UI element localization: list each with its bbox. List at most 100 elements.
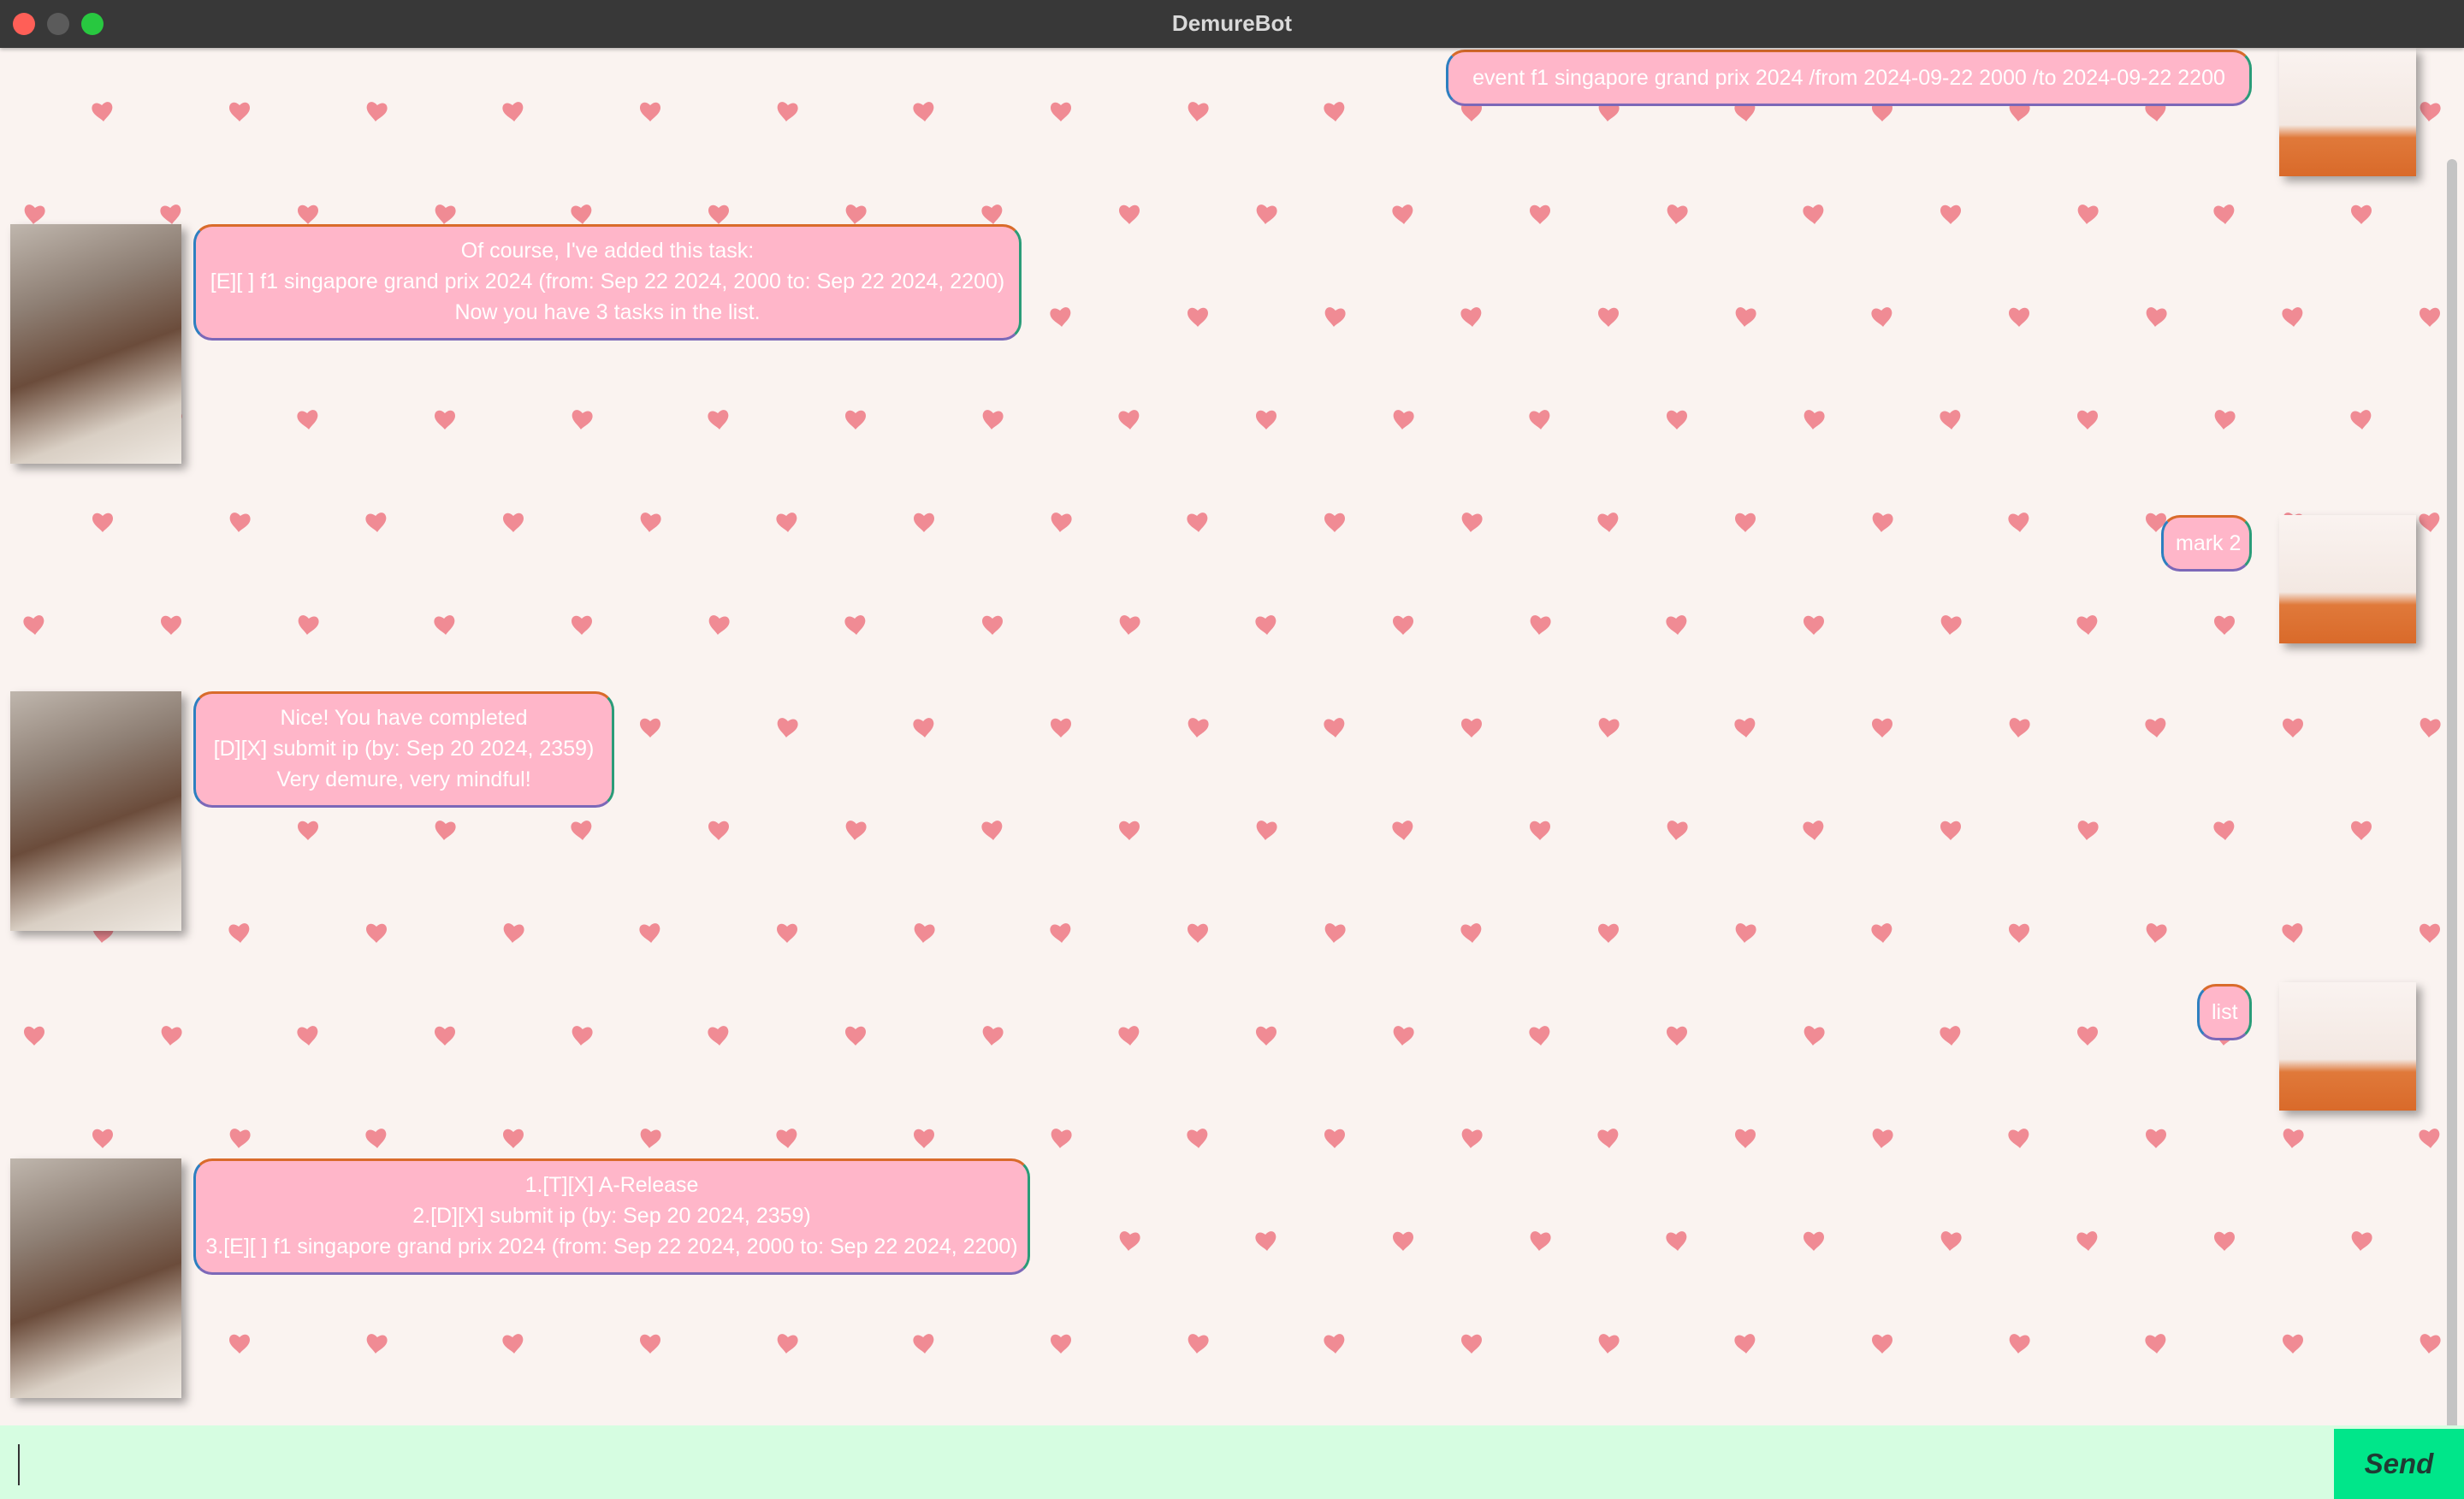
heart-decoration	[1529, 1230, 1552, 1253]
send-button[interactable]: Send	[2334, 1429, 2464, 1499]
heart-decoration	[2076, 204, 2100, 226]
heart-decoration	[1871, 512, 1894, 534]
heart-decoration	[707, 409, 730, 431]
message-line: Of course, I've added this task:	[460, 239, 755, 263]
heart-decoration	[297, 614, 320, 637]
heart-decoration	[2008, 717, 2031, 739]
heart-decoration	[2007, 1128, 2030, 1150]
heart-decoration	[2283, 718, 2303, 738]
heart-decoration	[1804, 615, 1824, 635]
heart-decoration	[571, 409, 594, 431]
message-line: Nice! You have completed	[280, 706, 528, 730]
heart-decoration	[434, 204, 457, 226]
heart-decoration	[1392, 409, 1415, 431]
chat-scroll-pane[interactable]: event f1 singapore grand prix 2024 /from…	[0, 48, 2464, 1425]
user-message-bubble: list	[2197, 984, 2252, 1040]
message-line: 3.[E][ ] f1 singapore grand prix 2024 (f…	[205, 1235, 1018, 1259]
heart-decoration	[1598, 307, 1619, 327]
heart-decoration	[2146, 1129, 2166, 1148]
heart-decoration	[1597, 717, 1620, 739]
message-input[interactable]	[0, 1425, 2331, 1499]
heart-decoration	[1186, 512, 1209, 534]
heart-decoration	[2420, 307, 2440, 327]
heart-decoration	[2076, 614, 2099, 637]
heart-decoration	[2419, 101, 2442, 123]
heart-decoration	[1940, 204, 1961, 224]
user-avatar	[2279, 48, 2416, 176]
heart-decoration	[1666, 820, 1689, 842]
heart-decoration	[2420, 923, 2440, 943]
user-avatar	[2279, 982, 2416, 1111]
heart-decoration	[1530, 204, 1550, 224]
heart-decoration	[2145, 306, 2168, 329]
heart-decoration	[23, 204, 46, 226]
heart-decoration	[1391, 204, 1414, 226]
heart-decoration	[914, 1129, 934, 1148]
heart-decoration	[365, 101, 388, 123]
heart-decoration	[1461, 1334, 1482, 1354]
heart-decoration	[1117, 1025, 1140, 1047]
heart-decoration	[776, 101, 799, 123]
message-line: Very demure, very mindful!	[276, 767, 531, 791]
heart-decoration	[1528, 409, 1551, 431]
heart-decoration	[777, 923, 797, 943]
window-title: DemureBot	[1171, 10, 1293, 36]
heart-decoration	[1256, 410, 1276, 430]
heart-decoration	[2351, 821, 2372, 840]
heart-decoration	[1872, 1334, 1892, 1354]
heart-decoration	[1870, 922, 1893, 945]
heart-decoration	[1119, 821, 1140, 840]
heart-decoration	[912, 101, 935, 123]
heart-decoration	[1187, 1333, 1210, 1355]
input-bar: Send	[0, 1425, 2464, 1499]
heart-decoration	[1119, 204, 1140, 224]
heart-decoration	[22, 614, 45, 637]
heart-decoration	[434, 820, 457, 842]
heart-decoration	[639, 512, 662, 534]
heart-decoration	[1803, 1025, 1826, 1047]
heart-decoration	[708, 204, 729, 224]
heart-decoration	[845, 410, 866, 430]
heart-decoration	[1803, 409, 1826, 431]
heart-decoration	[1460, 306, 1483, 329]
heart-decoration	[912, 1333, 935, 1355]
heart-decoration	[1665, 614, 1688, 637]
heart-decoration	[640, 102, 660, 121]
heart-decoration	[1802, 820, 1825, 842]
heart-decoration	[366, 923, 387, 943]
message-line: Now you have 3 tasks in the list.	[454, 300, 761, 324]
heart-decoration	[435, 1026, 455, 1046]
heart-decoration	[228, 1128, 252, 1150]
heart-decoration	[1804, 1231, 1824, 1251]
heart-decoration	[1872, 718, 1892, 738]
heart-decoration	[1188, 923, 1208, 943]
chat-scrollbar[interactable]	[2447, 159, 2457, 1425]
heart-decoration	[2144, 717, 2167, 739]
heart-decoration	[1733, 717, 1756, 739]
heart-decoration	[1666, 204, 1689, 226]
bot-message-bubble: 1.[T][X] A-Release 2.[D][X] submit ip (b…	[193, 1158, 1030, 1275]
heart-decoration	[1871, 1128, 1894, 1150]
message-line: 1.[T][X] A-Release	[524, 1173, 699, 1197]
app-window: DemureBot event f1 singapore grand prix …	[0, 0, 2464, 1499]
heart-decoration	[1324, 306, 1347, 329]
heart-decoration	[1734, 306, 1757, 329]
heart-decoration	[1596, 512, 1620, 534]
heart-decoration	[982, 615, 1003, 635]
heart-decoration	[775, 512, 798, 534]
heart-decoration	[775, 1128, 798, 1150]
heart-decoration	[503, 513, 524, 532]
message-line: [D][X] submit ip (by: Sep 20 2024, 2359)	[213, 737, 595, 761]
heart-decoration	[638, 922, 661, 945]
heart-decoration	[1667, 410, 1687, 430]
heart-decoration	[570, 204, 593, 226]
heart-decoration	[1324, 1129, 1345, 1148]
heart-decoration	[708, 821, 729, 840]
heart-decoration	[2281, 922, 2304, 945]
heart-decoration	[1940, 1230, 1963, 1253]
heart-decoration	[229, 1334, 250, 1354]
heart-decoration	[1118, 1230, 1141, 1253]
heart-decoration	[1051, 1334, 1071, 1354]
heart-decoration	[2214, 615, 2235, 635]
heart-decoration	[1530, 821, 1550, 840]
